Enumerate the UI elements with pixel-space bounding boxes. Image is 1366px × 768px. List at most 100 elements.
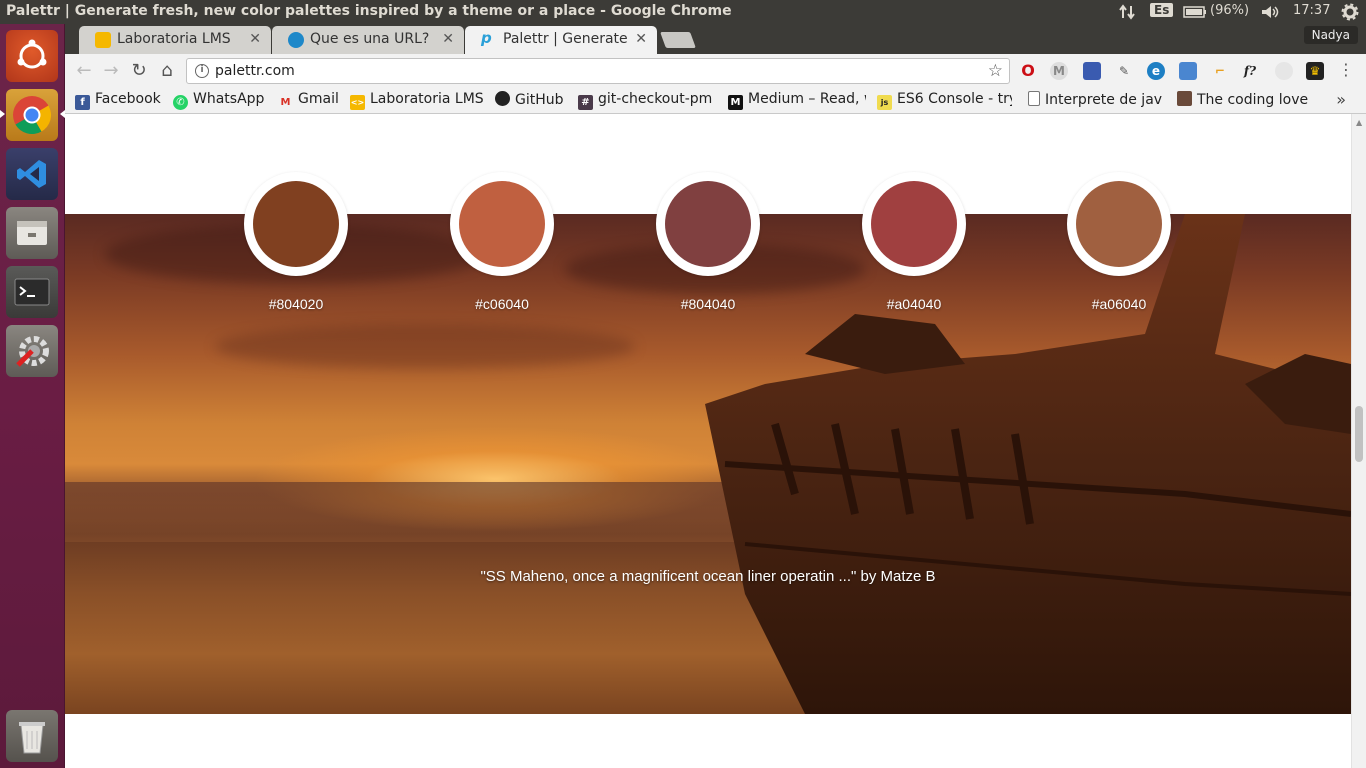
cloud-shape bbox=[215, 324, 635, 369]
swatch-ring bbox=[450, 172, 554, 276]
bookmarks-overflow-chevron-icon[interactable]: » bbox=[1336, 90, 1346, 109]
swatch-hex-label: #a04040 bbox=[886, 296, 942, 312]
session-gear-icon[interactable] bbox=[1341, 3, 1359, 21]
top-panel: Palettr | Generate fresh, new color pale… bbox=[0, 0, 1366, 24]
forward-button[interactable]: → bbox=[100, 60, 122, 81]
keyboard-layout-indicator[interactable]: Es bbox=[1150, 3, 1174, 17]
hash-icon: # bbox=[578, 95, 593, 110]
eyedropper-extension-icon[interactable]: ✎ bbox=[1115, 62, 1133, 80]
reload-button[interactable]: ↻ bbox=[128, 60, 150, 81]
chrome-icon[interactable] bbox=[6, 89, 58, 141]
clock[interactable]: 17:37 bbox=[1293, 3, 1330, 18]
gmail-icon: M bbox=[280, 97, 291, 108]
page-icon bbox=[1028, 91, 1040, 106]
tab-close-icon[interactable]: ✕ bbox=[442, 31, 454, 47]
swatch-hex-label: #a06040 bbox=[1091, 296, 1147, 312]
swatch-hex-label: #804040 bbox=[680, 296, 736, 312]
unity-launcher bbox=[0, 24, 65, 768]
palette-swatch[interactable]: #c06040 bbox=[450, 172, 554, 312]
page-viewport: "SS Maheno, once a magnificent ocean lin… bbox=[65, 114, 1351, 768]
font-extension-icon[interactable]: f? bbox=[1241, 62, 1259, 80]
palette-swatch[interactable]: #804040 bbox=[656, 172, 760, 312]
tab-label: Que es una URL? bbox=[310, 31, 430, 47]
site-info-icon[interactable]: i bbox=[195, 64, 209, 78]
scroll-up-arrow-icon[interactable]: ▲ bbox=[1356, 118, 1362, 127]
chrome-menu-icon[interactable]: ⋮ bbox=[1335, 60, 1357, 79]
swatch-hex-label: #804020 bbox=[268, 296, 324, 312]
extension-crown-icon[interactable]: ♛ bbox=[1306, 62, 1324, 80]
tab-que-es-una-url[interactable]: Que es una URL? ✕ bbox=[272, 26, 464, 54]
ruler-extension-icon[interactable]: ⌐ bbox=[1211, 62, 1229, 80]
hashnode-favicon-icon bbox=[288, 32, 304, 48]
bookmark-coding-love[interactable]: The coding love bbox=[1177, 91, 1312, 111]
swatch-color-dot[interactable] bbox=[1076, 181, 1162, 267]
swatch-ring bbox=[1067, 172, 1171, 276]
laboratoria-favicon-icon bbox=[95, 32, 111, 48]
bookmark-interprete[interactable]: Interprete de java bbox=[1028, 91, 1162, 111]
shipwreck-silhouette bbox=[705, 214, 1351, 714]
swatch-color-dot[interactable] bbox=[459, 181, 545, 267]
swatch-color-dot[interactable] bbox=[253, 181, 339, 267]
palette-swatch[interactable]: #804020 bbox=[244, 172, 348, 312]
omnibox[interactable]: i ☆ bbox=[186, 58, 1010, 84]
bookmark-medium[interactable]: M Medium – Read, w bbox=[728, 91, 866, 111]
page-scrollbar[interactable]: ▲ bbox=[1351, 114, 1366, 768]
swatch-ring bbox=[656, 172, 760, 276]
extension-circle-icon[interactable] bbox=[1275, 62, 1293, 80]
trash-icon[interactable] bbox=[6, 710, 58, 762]
bookmark-github[interactable]: GitHub bbox=[495, 91, 571, 111]
bookmark-laboratoria[interactable]: <> Laboratoria LMS bbox=[350, 91, 488, 111]
url-input[interactable] bbox=[215, 63, 915, 79]
facebook-icon: f bbox=[75, 95, 90, 110]
battery-icon[interactable] bbox=[1183, 6, 1207, 18]
bookmark-star-icon[interactable]: ☆ bbox=[988, 61, 1003, 81]
extension-user-icon[interactable] bbox=[1179, 62, 1197, 80]
swatch-color-dot[interactable] bbox=[665, 181, 751, 267]
photo-credit-caption[interactable]: "SS Maheno, once a magnificent ocean lin… bbox=[65, 568, 1351, 585]
swatch-color-dot[interactable] bbox=[871, 181, 957, 267]
volume-icon[interactable] bbox=[1260, 4, 1280, 20]
tab-close-icon[interactable]: ✕ bbox=[249, 31, 261, 47]
terminal-icon[interactable] bbox=[6, 266, 58, 318]
bookmark-extension-icon[interactable] bbox=[1083, 62, 1101, 80]
whatsapp-icon: ✆ bbox=[173, 95, 188, 110]
scrollbar-thumb[interactable] bbox=[1355, 406, 1363, 462]
coding-love-icon bbox=[1177, 91, 1192, 106]
opera-extension-icon[interactable]: O bbox=[1019, 62, 1037, 80]
battery-percent: (96%) bbox=[1210, 3, 1250, 18]
window-title: Palettr | Generate fresh, new color pale… bbox=[6, 3, 732, 19]
tab-laboratoria-lms[interactable]: Laboratoria LMS ✕ bbox=[79, 26, 271, 54]
tab-label: Laboratoria LMS bbox=[117, 31, 231, 47]
bookmark-git-checkout[interactable]: # git-checkout-pm bbox=[578, 91, 714, 111]
extension-e-icon[interactable]: e bbox=[1147, 62, 1165, 80]
bookmarks-bar: f Facebook ✆ WhatsApp M Gmail <> Laboratoria… bbox=[65, 88, 1366, 114]
tab-strip: Laboratoria LMS ✕ Que es una URL? ✕ p Pa… bbox=[65, 24, 1366, 54]
profile-name[interactable]: Nadya bbox=[1303, 26, 1358, 44]
files-icon[interactable] bbox=[6, 207, 58, 259]
bookmark-whatsapp[interactable]: ✆ WhatsApp bbox=[173, 91, 273, 111]
new-tab-button[interactable] bbox=[660, 32, 696, 48]
bookmark-facebook[interactable]: f Facebook bbox=[75, 91, 167, 111]
palettr-favicon-icon: p bbox=[481, 29, 492, 47]
running-indicator bbox=[0, 110, 5, 118]
network-transfer-icon[interactable] bbox=[1119, 4, 1137, 20]
system-settings-icon[interactable] bbox=[6, 325, 58, 377]
tab-label: Palettr | Generate fr bbox=[503, 31, 631, 47]
extension-m-icon[interactable]: M bbox=[1050, 62, 1068, 80]
home-button[interactable]: ⌂ bbox=[156, 60, 178, 81]
es6-icon: js bbox=[877, 95, 892, 110]
swatch-ring bbox=[862, 172, 966, 276]
swatch-hex-label: #c06040 bbox=[475, 296, 529, 312]
palette-swatch[interactable]: #a06040 bbox=[1067, 172, 1171, 312]
medium-icon: M bbox=[728, 95, 743, 110]
bookmark-gmail[interactable]: M Gmail bbox=[278, 91, 348, 111]
back-button[interactable]: ← bbox=[73, 60, 95, 81]
tab-close-icon[interactable]: ✕ bbox=[635, 31, 647, 47]
tab-palettr[interactable]: p Palettr | Generate fr ✕ bbox=[465, 26, 657, 54]
bookmark-es6-console[interactable]: js ES6 Console - try bbox=[877, 91, 1012, 111]
swatch-ring bbox=[244, 172, 348, 276]
vscode-icon[interactable] bbox=[6, 148, 58, 200]
laboratoria-icon: <> bbox=[350, 95, 365, 110]
palette-swatch[interactable]: #a04040 bbox=[862, 172, 966, 312]
ubuntu-dash-icon[interactable] bbox=[6, 30, 58, 82]
